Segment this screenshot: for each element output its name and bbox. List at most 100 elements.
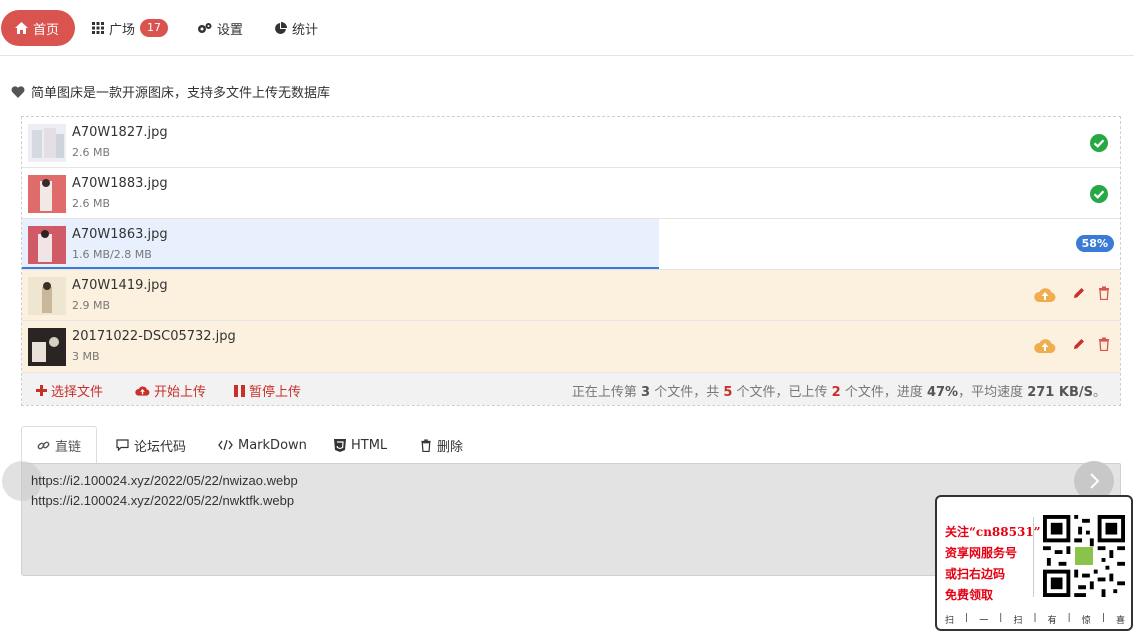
intro-line: 简单图床是一款开源图床，支持多文件上传无数据库 (11, 82, 330, 101)
overall-progress: 47% (926, 385, 959, 400)
nav-home[interactable]: 首页 (1, 10, 75, 46)
status-part: ，平均速度 (958, 385, 1028, 400)
start-upload-button[interactable]: 开始上传 (135, 381, 206, 400)
tab-label: 直链 (55, 439, 82, 455)
grid-icon (92, 22, 104, 34)
check-circle-icon (1090, 134, 1108, 152)
plaza-count-badge: 17 (140, 19, 169, 37)
promo-footer-char: | (999, 613, 1003, 623)
file-name: 20171022-DSC05732.jpg (72, 329, 236, 344)
top-nav: 首页 广场 17 设置 统计 (0, 0, 1134, 56)
tab-html[interactable]: HTML (319, 426, 402, 464)
pause-upload-label: 暂停上传 (249, 385, 302, 400)
promo-qr-card: 关注“cn88531” 资享网服务号 或扫右边码 免费领取 扫 | 一 | 扫 … (935, 495, 1133, 631)
promo-line: 免费领取 (945, 588, 994, 602)
trash-icon[interactable] (1098, 337, 1110, 351)
file-size: 1.6 MB/2.8 MB (72, 248, 152, 261)
file-size: 2.6 MB (72, 197, 111, 210)
promo-footer-char: 惊 (1081, 616, 1091, 626)
status-part: 。 (1092, 385, 1106, 400)
file-row: A70W1883.jpg 2.6 MB (22, 168, 1120, 219)
file-name: A70W1827.jpg (72, 125, 168, 140)
pause-icon (234, 384, 245, 397)
status-part: 个文件，已上传 (732, 385, 832, 400)
edit-pencil-icon[interactable] (1072, 286, 1086, 300)
cloud-upload-icon (135, 385, 150, 396)
promo-line: 或扫右边码 (945, 567, 1006, 581)
cloud-upload-icon[interactable] (1034, 337, 1056, 355)
tab-direct-link[interactable]: 直链 (21, 426, 98, 464)
status-part: 个文件，进度 (840, 385, 927, 400)
upload-status-text: 正在上传第 3 个文件，共 5 个文件，已上传 2 个文件，进度 47%，平均速… (572, 381, 1106, 400)
promo-footer-char: 喜 (1115, 616, 1125, 626)
promo-footer-char: 扫 (945, 616, 955, 626)
edit-pencil-icon[interactable] (1072, 337, 1086, 351)
average-speed: 271 KB/S (1027, 385, 1093, 400)
tab-forum-code[interactable]: 论坛代码 (101, 426, 201, 464)
file-name: A70W1883.jpg (72, 176, 168, 191)
file-name: A70W1863.jpg (72, 227, 168, 242)
nav-stats-label: 统计 (292, 22, 319, 38)
promo-footer-char: | (965, 613, 969, 623)
promo-footer: 扫 | 一 | 扫 | 有 | 惊 | 喜 (945, 613, 1125, 626)
status-part: 正在上传第 (571, 385, 642, 400)
upload-toolbar: 选择文件 开始上传 暂停上传 正在上传第 3 个文件，共 5 个文件，已上传 2… (22, 373, 1120, 405)
tab-label: 删除 (437, 439, 464, 455)
nav-settings[interactable]: 设置 (183, 10, 257, 46)
file-row-pending: 20171022-DSC05732.jpg 3 MB (22, 321, 1120, 373)
select-files-label: 选择文件 (51, 385, 104, 400)
file-row-uploading: A70W1863.jpg 1.6 MB/2.8 MB 58% (22, 219, 1120, 270)
html5-icon (334, 438, 346, 452)
code-icon (218, 439, 233, 451)
start-upload-label: 开始上传 (154, 385, 207, 400)
pause-upload-button[interactable]: 暂停上传 (234, 381, 301, 400)
file-size: 2.9 MB (72, 299, 111, 312)
file-thumbnail (28, 226, 66, 264)
promo-footer-char: | (1067, 613, 1071, 623)
tab-label: 论坛代码 (134, 439, 187, 455)
file-thumbnail (28, 277, 66, 315)
upload-file-list: A70W1827.jpg 2.6 MB A70W1883.jpg 2.6 MB … (21, 116, 1121, 406)
trash-icon (421, 438, 431, 452)
trash-icon[interactable] (1098, 286, 1110, 300)
file-row: A70W1827.jpg 2.6 MB (22, 117, 1120, 168)
heart-icon (11, 85, 25, 98)
nav-settings-label: 设置 (217, 22, 244, 38)
tab-markdown[interactable]: MarkDown (203, 426, 322, 464)
nav-home-label: 首页 (33, 22, 60, 38)
promo-line: 资享网服务号 (945, 546, 1018, 560)
tab-label: MarkDown (238, 437, 307, 453)
link-format-tabs: 直链 论坛代码 MarkDown HTML 删除 (21, 426, 1121, 464)
home-icon (15, 22, 28, 34)
file-size: 2.6 MB (72, 146, 111, 159)
nav-plaza[interactable]: 广场 17 (78, 10, 182, 46)
file-thumbnail (28, 328, 66, 366)
link-line[interactable]: https://i2.100024.xyz/2022/05/22/nwizao.… (31, 473, 298, 488)
file-thumbnail (28, 175, 66, 213)
tab-label: HTML (351, 437, 388, 453)
current-file-index: 3 (641, 385, 651, 400)
nav-stats[interactable]: 统计 (260, 10, 332, 46)
tab-delete[interactable]: 删除 (405, 426, 478, 464)
promo-footer-char: 有 (1047, 616, 1057, 626)
nav-plaza-label: 广场 (109, 22, 136, 38)
pie-chart-icon (275, 21, 287, 34)
file-row-pending: A70W1419.jpg 2.9 MB (22, 270, 1120, 321)
promo-divider (1033, 517, 1034, 597)
comment-icon (116, 439, 129, 451)
progress-percent-badge: 58% (1075, 235, 1114, 252)
promo-line: 关注“cn88531” (945, 525, 1041, 539)
cloud-upload-icon[interactable] (1034, 286, 1056, 304)
promo-footer-char: | (1033, 613, 1037, 623)
uploaded-file-count: 2 (831, 385, 841, 400)
file-thumbnail (28, 124, 66, 162)
promo-footer-char: 扫 (1013, 616, 1023, 626)
file-size: 3 MB (72, 350, 100, 363)
select-files-button[interactable]: 选择文件 (36, 381, 103, 400)
promo-footer-char: | (1101, 613, 1105, 623)
promo-footer-char: 一 (979, 616, 989, 626)
check-circle-icon (1090, 185, 1108, 203)
link-line[interactable]: https://i2.100024.xyz/2022/05/22/nwktfk.… (31, 493, 294, 508)
qr-code-image (1043, 515, 1125, 597)
plus-icon (36, 385, 47, 396)
